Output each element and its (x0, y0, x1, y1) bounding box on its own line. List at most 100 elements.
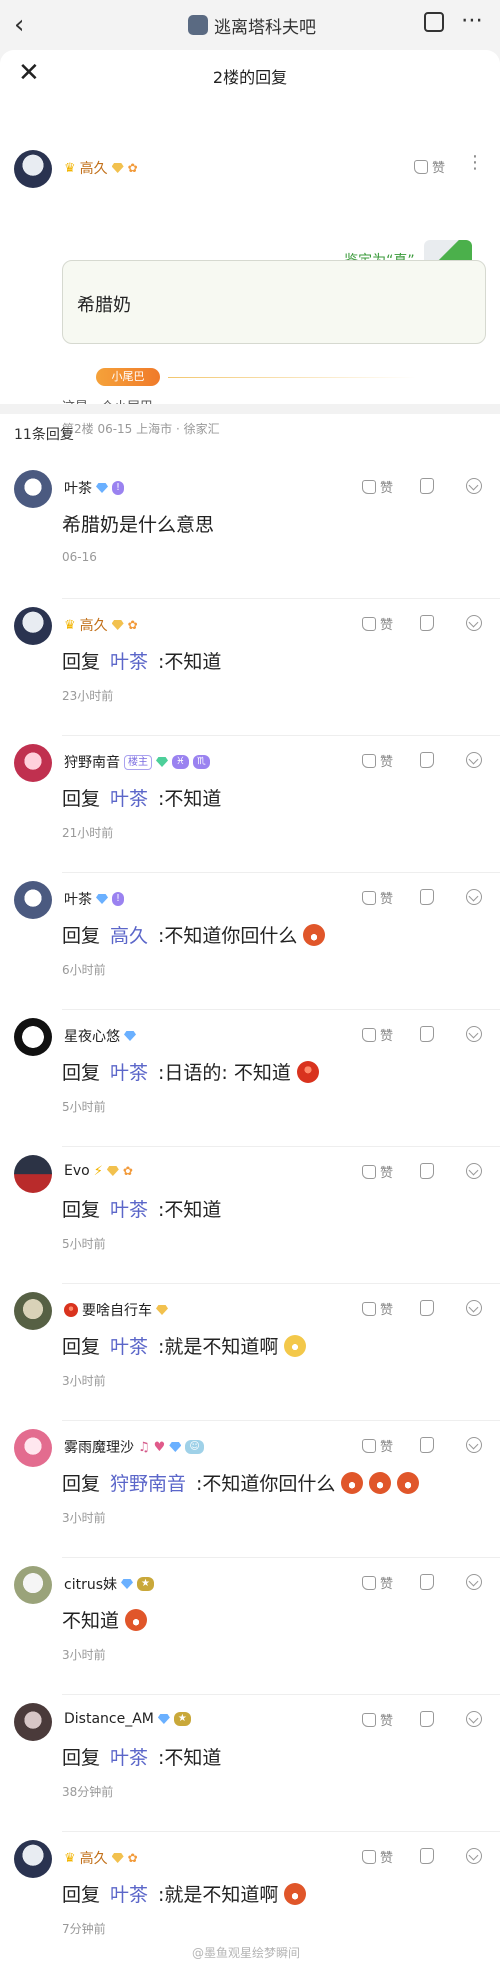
more-circle-icon[interactable] (466, 1711, 482, 1727)
mention-link[interactable]: 叶茶 (110, 1880, 148, 1907)
dislike-icon[interactable] (420, 1574, 434, 1590)
dislike-icon[interactable] (420, 1437, 434, 1453)
avatar[interactable] (14, 1703, 52, 1741)
more-circle-icon[interactable] (466, 1163, 482, 1179)
post-like-button[interactable]: 赞 (414, 157, 445, 176)
reply-user[interactable]: 叶茶 ! (64, 889, 125, 909)
mention-link[interactable]: 叶茶 (110, 1195, 148, 1222)
like-button[interactable]: 赞 (362, 477, 393, 496)
like-button[interactable]: 赞 (362, 1162, 393, 1181)
reply-content: 回复 叶茶 :不知道 (62, 784, 221, 811)
tail-divider (168, 377, 416, 378)
reply-suffix: :不知道 (158, 1747, 222, 1769)
thumb-up-icon (362, 890, 376, 905)
like-button[interactable]: 赞 (362, 751, 393, 770)
avatar[interactable] (14, 881, 52, 919)
like-button[interactable]: 赞 (362, 1025, 393, 1044)
dislike-icon[interactable] (420, 889, 434, 905)
reply-user[interactable]: Distance_AM ★ (64, 1711, 191, 1727)
more-circle-icon[interactable] (466, 1437, 482, 1453)
more-circle-icon[interactable] (466, 1026, 482, 1042)
reply-prefix: 回复 (62, 1336, 101, 1358)
mention-link[interactable]: 叶茶 (110, 1332, 148, 1359)
more-circle-icon[interactable] (466, 1848, 482, 1864)
dislike-icon[interactable] (420, 1026, 434, 1042)
thumb-up-icon (414, 159, 428, 174)
more-circle-icon[interactable] (466, 1300, 482, 1316)
dislike-icon[interactable] (420, 615, 434, 631)
back-arrow-icon[interactable]: ‹ (14, 10, 24, 40)
more-circle-icon[interactable] (466, 1574, 482, 1590)
reply-username: Distance_AM (64, 1711, 154, 1727)
more-icon[interactable]: ⋯ (461, 8, 484, 33)
reply-user[interactable]: 叶茶 ! (64, 478, 125, 498)
avatar[interactable] (14, 1840, 52, 1878)
dislike-icon[interactable] (420, 1711, 434, 1727)
more-circle-icon[interactable] (466, 752, 482, 768)
kebab-icon[interactable]: ⋮ (466, 152, 484, 173)
dislike-icon[interactable] (420, 1163, 434, 1179)
avatar[interactable] (14, 1155, 52, 1193)
crown-icon: ♛ (64, 160, 76, 176)
like-button[interactable]: 赞 (362, 1436, 393, 1455)
edit-icon[interactable] (424, 12, 444, 32)
more-circle-icon[interactable] (466, 615, 482, 631)
tail-badge: 小尾巴 (96, 368, 160, 386)
like-button[interactable]: 赞 (362, 1710, 393, 1729)
post-user[interactable]: ♛ 高久 ✿ (64, 158, 138, 178)
music-icon: ♫ (138, 1439, 150, 1455)
like-button[interactable]: 赞 (362, 1299, 393, 1318)
like-button[interactable]: 赞 (362, 1573, 393, 1592)
mention-link[interactable]: 高久 (110, 921, 148, 948)
section-divider (0, 404, 500, 414)
reply-user[interactable]: Evo ⚡ ✿ (64, 1163, 133, 1179)
avatar[interactable] (14, 1292, 52, 1330)
avatar[interactable] (14, 150, 52, 188)
avatar[interactable] (14, 607, 52, 645)
like-button[interactable]: 赞 (362, 888, 393, 907)
reply-prefix: 回复 (62, 788, 101, 810)
reply-user[interactable]: citrus妹 ★ (64, 1574, 154, 1594)
forum-title[interactable]: 逃离塔科夫吧 (188, 12, 316, 38)
reply-item: citrus妹 ★ 赞 不知道 3小时前 (0, 1558, 500, 1695)
mention-link[interactable]: 叶茶 (110, 647, 148, 674)
avatar[interactable] (14, 1018, 52, 1056)
reply-content: 回复 叶茶 :就是不知道啊 (62, 1880, 307, 1907)
mention-link[interactable]: 叶茶 (110, 1058, 148, 1085)
angry-emoji-icon (64, 1303, 78, 1317)
reply-user[interactable]: ♛ 高久 ✿ (64, 615, 138, 635)
reply-content: 回复 高久 :不知道你回什么 (62, 921, 326, 948)
reply-user[interactable]: 要啥自行车 (64, 1300, 168, 1320)
mention-link[interactable]: 叶茶 (110, 784, 148, 811)
reply-time: 3小时前 (62, 1374, 106, 1388)
reply-content: 回复 狩野南音 :不知道你回什么 (62, 1469, 420, 1496)
dislike-icon[interactable] (420, 1300, 434, 1316)
avatar[interactable] (14, 470, 52, 508)
mention-link[interactable]: 叶茶 (110, 1743, 148, 1770)
like-button[interactable]: 赞 (362, 1847, 393, 1866)
avatar[interactable] (14, 1566, 52, 1604)
dislike-icon[interactable] (420, 752, 434, 768)
quote-text: 希腊奶 (77, 295, 131, 316)
reply-username: 叶茶 (64, 481, 92, 497)
reply-user[interactable]: ♛ 高久 ✿ (64, 1848, 138, 1868)
like-button[interactable]: 赞 (362, 614, 393, 633)
reply-content: 回复 叶茶 :不知道 (62, 1195, 221, 1222)
reply-item: 要啥自行车 赞 回复 叶茶 :就是不知道啊 3小时前 (0, 1284, 500, 1421)
reply-user[interactable]: 星夜心悠 (64, 1026, 136, 1046)
avatar[interactable] (14, 744, 52, 782)
reply-user[interactable]: 狩野南音 楼主 ♓ ♏ (64, 752, 210, 772)
reply-suffix: :不知道 (158, 651, 222, 673)
avatar[interactable] (14, 1429, 52, 1467)
mention-link[interactable]: 狩野南音 (110, 1469, 186, 1496)
reply-time: 6小时前 (62, 963, 106, 977)
dislike-icon[interactable] (420, 478, 434, 494)
reply-suffix: :就是不知道啊 (158, 1336, 279, 1358)
like-label: 赞 (380, 1166, 394, 1181)
reply-user[interactable]: 雾雨魔理沙 ♫ ♥ ☺ (64, 1437, 204, 1457)
more-circle-icon[interactable] (466, 478, 482, 494)
more-circle-icon[interactable] (466, 889, 482, 905)
reply-time: 7分钟前 (62, 1922, 106, 1936)
dislike-icon[interactable] (420, 1848, 434, 1864)
reply-username: citrus妹 (64, 1577, 117, 1593)
